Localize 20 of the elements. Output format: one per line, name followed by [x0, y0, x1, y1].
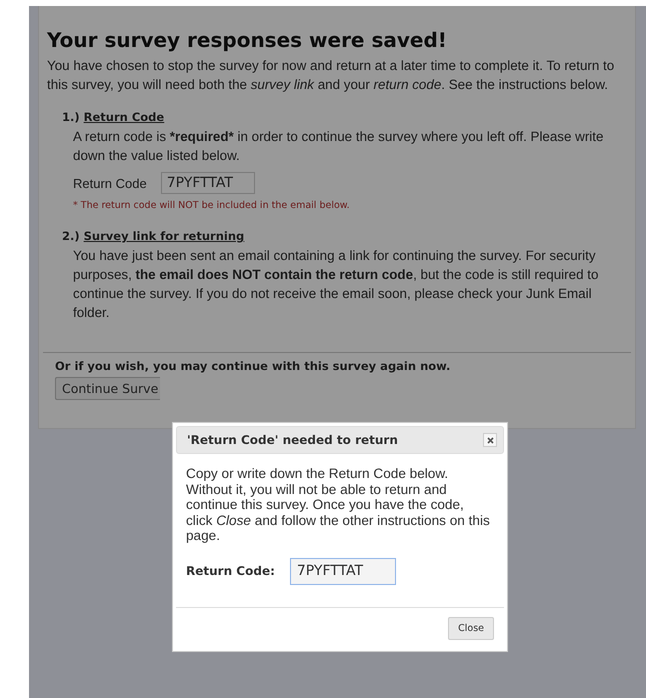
- dialog-title: 'Return Code' needed to return: [187, 433, 398, 447]
- warning-note: * The return code will NOT be included in the email below.: [73, 200, 351, 211]
- field-label: Return Code:: [186, 564, 275, 578]
- section-text: You have just been sent an email containing a link for continuing the survey. For security purposes, the email does NOT contain the return code, but the code is still required to continue the survey. If you do not receive the email soon, please check your Junk Email folder.: [73, 247, 600, 322]
- close-button[interactable]: Close: [448, 616, 494, 640]
- close-icon: [486, 436, 494, 444]
- field-label: Return Code: [73, 176, 147, 190]
- intro-text: You have chosen to stop the survey for now and return at a later time to complete it. To return to this survey, you will need both the survey link and your return code. See the instructions below.: [47, 57, 616, 94]
- section-title: Survey link for returning: [84, 228, 244, 245]
- page-heading: Your survey responses were saved!: [47, 28, 448, 52]
- dialog-text: Copy or write down the Return Code below. Without it, you will not be able to return and continue this survey. Once you have the code, click Close and follow the other instructions on this page.: [186, 466, 491, 544]
- return-code-field[interactable]: 7PYFTTAT: [290, 558, 396, 584]
- section-number: 1.): [62, 109, 80, 126]
- section-title: Return Code: [84, 109, 164, 126]
- close-button[interactable]: [483, 433, 497, 447]
- continue-prompt: Or if you wish, you may continue with this survey again now.: [55, 359, 452, 373]
- section-text: A return code is *required* in order to continue the survey where you left off. Please write down the value listed below.: [73, 128, 604, 165]
- continue-button[interactable]: Continue Surve: [55, 377, 160, 400]
- return-code-field[interactable]: 7PYFTTAT: [160, 172, 255, 194]
- section-number: 2.): [62, 228, 80, 245]
